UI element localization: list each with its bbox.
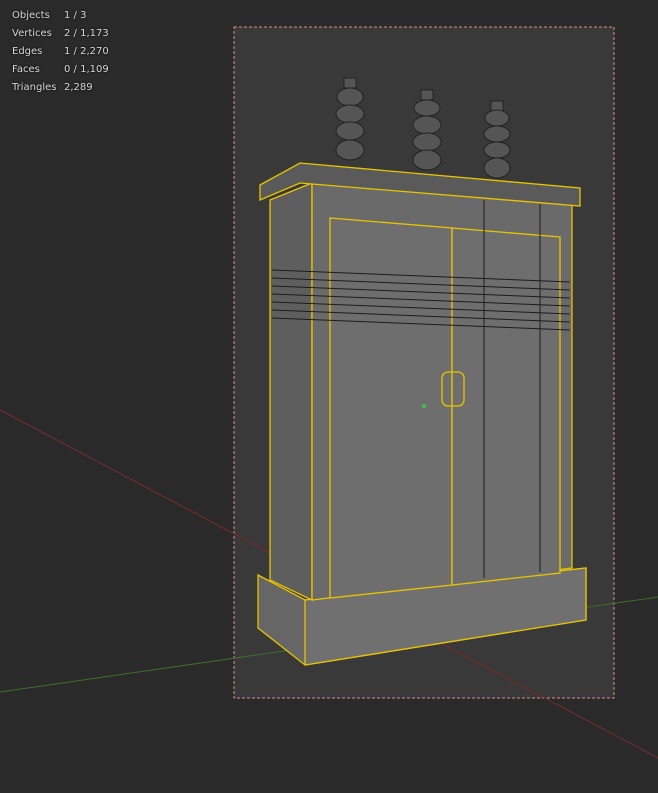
stat-value: 0 / 1,109 xyxy=(64,64,109,75)
stat-label: Edges xyxy=(12,46,43,57)
insulator-right xyxy=(483,100,511,179)
stat-label: Faces xyxy=(12,64,40,75)
stat-label: Vertices xyxy=(12,28,52,39)
stat-value: 2 / 1,173 xyxy=(64,28,109,39)
cabinet-mesh[interactable] xyxy=(257,162,587,666)
stat-label: Objects xyxy=(12,10,50,21)
stat-value: 2,289 xyxy=(64,82,93,93)
stat-vertices: Vertices 2 / 1,173 xyxy=(12,25,109,43)
stat-value: 1 / 3 xyxy=(64,10,87,21)
statistics-overlay: Objects 1 / 3 Vertices 2 / 1,173 Edges 1 / … xyxy=(12,7,109,97)
stat-value: 1 / 2,270 xyxy=(64,46,109,57)
stat-edges: Edges 1 / 2,270 xyxy=(12,43,109,61)
stat-faces: Faces 0 / 1,109 xyxy=(12,61,109,79)
object-origin xyxy=(422,404,426,408)
stat-objects: Objects 1 / 3 xyxy=(12,7,109,25)
3d-viewport[interactable] xyxy=(0,0,658,793)
stat-label: Triangles xyxy=(12,82,57,93)
stat-triangles: Triangles 2,289 xyxy=(12,79,109,97)
